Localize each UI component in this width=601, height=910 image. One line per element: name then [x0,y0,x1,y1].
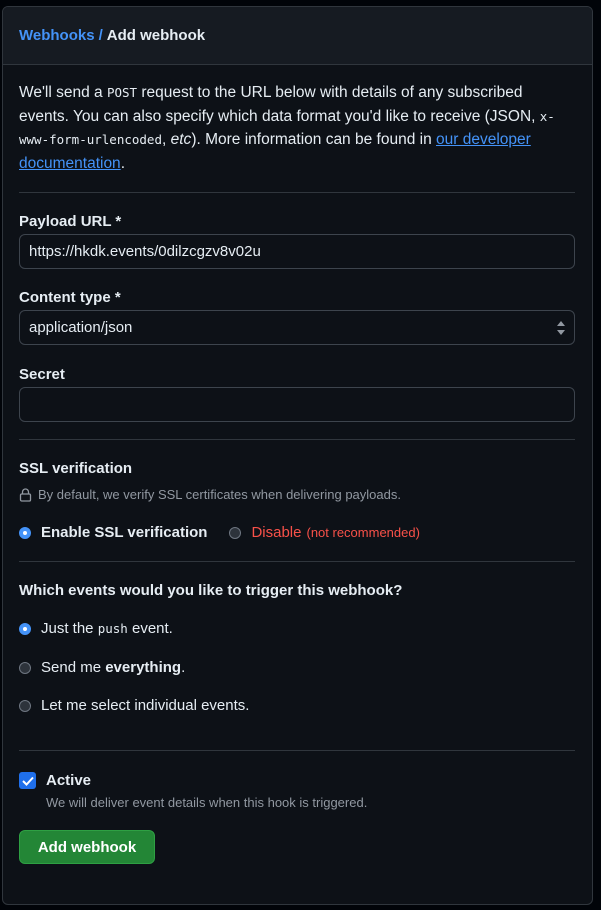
option-bold-text: everything [105,659,182,676]
active-helper: We will deliver event details when this … [46,795,368,810]
divider [19,192,575,193]
intro-text: We'll send a POST request to the URL bel… [19,81,575,175]
event-option-push[interactable]: Just the push event. [19,620,575,637]
event-option-individual[interactable]: Let me select individual events. [19,697,575,714]
content-type-label: Content type * [19,289,121,306]
check-icon [21,776,34,786]
individual-events-radio[interactable] [19,699,31,712]
option-text: Send me [41,659,106,676]
push-code: push [97,621,128,636]
ssl-title: SSL verification [19,460,133,477]
breadcrumb-current: Add webhook [106,27,206,44]
push-event-label[interactable]: Just the push event. [41,620,173,637]
event-option-everything[interactable]: Send me everything. [19,659,575,676]
ssl-helper: By default, we verify SSL certificates w… [19,487,575,502]
add-webhook-button[interactable]: Add webhook [19,830,155,864]
content-type-value: application/json [29,319,133,336]
divider [19,561,575,562]
push-event-radio[interactable] [19,622,31,635]
payload-url-label: Payload URL * [19,213,122,230]
individual-events-label[interactable]: Let me select individual events. [41,697,249,714]
payload-url-input[interactable]: https://hkdk.events/0dilzcgzv8v02u [19,234,575,269]
disable-ssl-radio[interactable] [229,526,242,539]
submit-row: Add webhook [19,830,575,864]
secret-label: Secret [19,366,65,383]
ssl-helper-text: By default, we verify SSL certificates w… [38,487,401,502]
option-text: . [181,659,186,676]
breadcrumb-webhooks-link[interactable]: Webhooks [19,27,95,44]
divider [19,439,575,440]
form-body: We'll send a POST request to the URL bel… [3,65,592,864]
breadcrumb-separator: / [98,27,103,44]
post-code: POST [106,85,138,100]
select-arrows-icon [557,321,565,335]
intro-part: . [120,154,125,172]
disable-ssl-label[interactable]: Disable [251,524,301,541]
disable-ssl-note: (not recommended) [306,525,420,540]
content-type-select[interactable]: application/json [19,310,575,345]
everything-radio[interactable] [19,661,31,674]
enable-ssl-label[interactable]: Enable SSL verification [41,524,207,541]
active-option[interactable]: Active [19,772,575,789]
intro-part: , [162,131,171,148]
payload-url-value: https://hkdk.events/0dilzcgzv8v02u [29,243,261,260]
lock-icon [19,487,32,502]
intro-part: ). More information can be found in [191,131,436,148]
secret-input[interactable] [19,387,575,422]
everything-label[interactable]: Send me everything. [41,659,185,676]
option-text: event. [127,620,173,637]
intro-part: We'll send a [19,84,107,101]
ssl-options: Enable SSL verification Disable (not rec… [19,524,575,541]
option-text: Just the [41,620,98,637]
enable-ssl-radio[interactable] [19,526,31,539]
active-label[interactable]: Active [46,772,91,789]
active-checkbox[interactable] [19,772,36,789]
divider [19,750,575,751]
breadcrumb: Webhooks / Add webhook [3,7,592,65]
events-title: Which events would you like to trigger t… [19,582,403,599]
etc-text: etc [170,131,192,148]
webhook-form-panel: Webhooks / Add webhook We'll send a POST… [2,6,593,905]
